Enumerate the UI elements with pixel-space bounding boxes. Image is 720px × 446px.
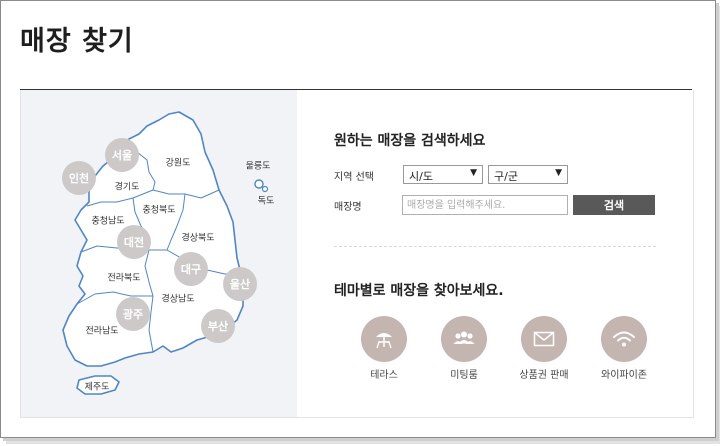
korea-map: 강원도 경기도 충청북도 충청남도 경상북도 전라북도 경상남도 전라남도 제주… <box>21 90 297 417</box>
city-gwangju-button[interactable]: 광주 <box>116 297 150 331</box>
region-label-gangwon[interactable]: 강원도 <box>166 156 191 169</box>
theme-gift-circle <box>521 316 567 362</box>
gugun-select-value: 구/군 <box>494 170 518 183</box>
region-label-jeonnam[interactable]: 전라남도 <box>85 324 118 337</box>
theme-meeting-label: 미팅룸 <box>450 370 478 381</box>
region-label-jeju[interactable]: 제주도 <box>85 380 110 393</box>
region-label-chungbuk[interactable]: 충청북도 <box>142 203 175 216</box>
region-label-gyeongbuk[interactable]: 경상북도 <box>181 231 214 244</box>
sido-select-value: 시/도 <box>409 170 433 183</box>
theme-terrace-label: 테라스 <box>370 370 398 381</box>
envelope-icon <box>533 331 555 347</box>
theme-meeting-circle <box>441 316 487 362</box>
city-ulsan-button[interactable]: 울산 <box>223 267 257 301</box>
korea-map-shapes <box>62 111 269 395</box>
theme-gift-label: 상품권 판매 <box>519 370 569 381</box>
store-name-label: 매장명 <box>334 202 362 213</box>
region-label-ulleung[interactable]: 울릉도 <box>246 159 271 172</box>
city-busan-button[interactable]: 부산 <box>201 309 235 343</box>
city-seoul-button[interactable]: 서울 <box>105 138 139 172</box>
ulleung-shape <box>254 179 264 189</box>
region-label-jeonbuk[interactable]: 전라북도 <box>107 271 140 284</box>
search-section: 원하는 매장을 검색하세요 지역 선택 시/도 ▼ 구/군 ▼ 매장명 검색 테… <box>334 90 674 417</box>
region-select-label: 지역 선택 <box>334 172 374 183</box>
search-button[interactable]: 검색 <box>573 195 655 215</box>
theme-heading: 테마별로 매장을 찾아보세요. <box>334 283 504 299</box>
theme-gift-button[interactable]: 상품권 판매 <box>508 316 580 386</box>
region-label-chungnam[interactable]: 충청남도 <box>91 214 124 227</box>
umbrella-table-icon <box>376 333 392 349</box>
region-label-gyeongnam[interactable]: 경상남도 <box>161 292 194 305</box>
store-name-input[interactable] <box>402 195 568 215</box>
section-divider <box>334 246 656 247</box>
dokdo-shape <box>261 185 269 193</box>
wifi-icon <box>613 331 635 347</box>
sido-select[interactable]: 시/도 ▼ <box>403 165 483 184</box>
region-label-dokdo[interactable]: 독도 <box>258 194 275 207</box>
city-daegu-button[interactable]: 대구 <box>174 252 208 286</box>
chevron-down-icon: ▼ <box>470 168 477 178</box>
theme-terrace-button[interactable]: 테라스 <box>348 316 420 386</box>
people-icon <box>453 331 475 344</box>
gugun-select[interactable]: 구/군 ▼ <box>488 165 568 184</box>
theme-terrace-circle <box>361 316 407 362</box>
city-incheon-button[interactable]: 인천 <box>62 161 96 195</box>
region-label-gyeonggi[interactable]: 경기도 <box>115 180 140 193</box>
city-daejeon-button[interactable]: 대전 <box>117 225 151 259</box>
search-heading: 원하는 매장을 검색하세요 <box>334 133 486 149</box>
page-title: 매장 찾기 <box>20 26 134 57</box>
theme-meeting-button[interactable]: 미팅룸 <box>428 316 500 386</box>
chevron-down-icon: ▼ <box>555 168 562 178</box>
theme-wifi-label: 와이파이존 <box>601 370 647 381</box>
theme-wifi-circle <box>601 316 647 362</box>
store-finder-panel: 강원도 경기도 충청북도 충청남도 경상북도 전라북도 경상남도 전라남도 제주… <box>20 90 694 418</box>
theme-wifi-button[interactable]: 와이파이존 <box>588 316 660 386</box>
store-finder-frame: 매장 찾기 강원도 경기도 충청북도 충청남도 경상북도 전라북도 경상남도 전… <box>0 0 716 438</box>
